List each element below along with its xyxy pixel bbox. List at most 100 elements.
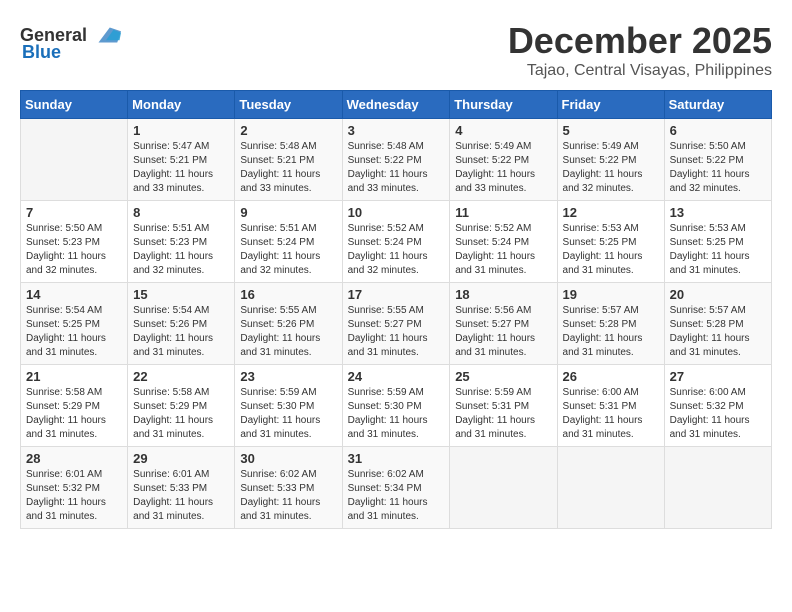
- calendar-week-row: 14Sunrise: 5:54 AM Sunset: 5:25 PM Dayli…: [21, 283, 772, 365]
- calendar-cell: 6 Sunrise: 5:50 AM Sunset: 5:22 PM Daylig…: [664, 119, 771, 201]
- day-info: Sunrise: 5:58 AM Sunset: 5:29 PM Dayligh…: [26, 386, 122, 442]
- day-info: Sunrise: 6:02 AM Sunset: 5:33 PM Dayligh…: [240, 468, 336, 524]
- day-info: Sunrise: 5:52 AM Sunset: 5:24 PM Dayligh…: [348, 222, 445, 278]
- day-info: Sunrise: 5:51 AM Sunset: 5:24 PM Dayligh…: [240, 222, 336, 278]
- day-info: Sunrise: 6:01 AM Sunset: 5:33 PM Dayligh…: [133, 468, 229, 524]
- calendar-week-row: 1Sunrise: 5:47 AM Sunset: 5:21 PM Daylig…: [21, 119, 772, 201]
- weekday-header-friday: Friday: [557, 91, 664, 119]
- calendar-week-row: 21 Sunrise: 5:58 AM Sunset: 5:29 PM Dayli…: [21, 365, 772, 447]
- day-number: 4: [455, 123, 551, 138]
- weekday-header-row: SundayMondayTuesdayWednesdayThursdayFrid…: [21, 91, 772, 119]
- day-number: 25: [455, 369, 551, 384]
- calendar-cell: 12 Sunrise: 5:53 AM Sunset: 5:25 PM Dayli…: [557, 201, 664, 283]
- logo: General Blue: [20, 20, 121, 63]
- day-info: Sunrise: 5:53 AM Sunset: 5:25 PM Dayligh…: [563, 222, 659, 278]
- logo-blue: Blue: [22, 42, 61, 63]
- calendar-cell: [557, 447, 664, 529]
- calendar-cell: 8Sunrise: 5:51 AM Sunset: 5:23 PM Daylig…: [128, 201, 235, 283]
- calendar-cell: 2 Sunrise: 5:48 AM Sunset: 5:21 PM Daylig…: [235, 119, 342, 201]
- day-info: Sunrise: 5:59 AM Sunset: 5:31 PM Dayligh…: [455, 386, 551, 442]
- calendar-cell: 27 Sunrise: 6:00 AM Sunset: 5:32 PM Dayli…: [664, 365, 771, 447]
- weekday-header-saturday: Saturday: [664, 91, 771, 119]
- day-number: 9: [240, 205, 336, 220]
- day-info: Sunrise: 6:00 AM Sunset: 5:31 PM Dayligh…: [563, 386, 659, 442]
- day-info: Sunrise: 5:57 AM Sunset: 5:28 PM Dayligh…: [563, 304, 659, 360]
- day-info: Sunrise: 5:48 AM Sunset: 5:21 PM Dayligh…: [240, 140, 336, 196]
- logo-icon: [91, 20, 121, 50]
- weekday-header-tuesday: Tuesday: [235, 91, 342, 119]
- calendar-week-row: 7 Sunrise: 5:50 AM Sunset: 5:23 PM Daylig…: [21, 201, 772, 283]
- calendar-table: SundayMondayTuesdayWednesdayThursdayFrid…: [20, 90, 772, 529]
- day-info: Sunrise: 5:50 AM Sunset: 5:22 PM Dayligh…: [670, 140, 766, 196]
- day-info: Sunrise: 6:00 AM Sunset: 5:32 PM Dayligh…: [670, 386, 766, 442]
- day-number: 3: [348, 123, 445, 138]
- day-number: 10: [348, 205, 445, 220]
- calendar-cell: 13 Sunrise: 5:53 AM Sunset: 5:25 PM Dayli…: [664, 201, 771, 283]
- day-number: 21: [26, 369, 122, 384]
- day-info: Sunrise: 5:51 AM Sunset: 5:23 PM Dayligh…: [133, 222, 229, 278]
- day-number: 27: [670, 369, 766, 384]
- calendar-cell: [664, 447, 771, 529]
- calendar-cell: 15 Sunrise: 5:54 AM Sunset: 5:26 PM Dayli…: [128, 283, 235, 365]
- calendar-cell: 5Sunrise: 5:49 AM Sunset: 5:22 PM Daylig…: [557, 119, 664, 201]
- day-info: Sunrise: 5:55 AM Sunset: 5:27 PM Dayligh…: [348, 304, 445, 360]
- calendar-cell: 16 Sunrise: 5:55 AM Sunset: 5:26 PM Dayli…: [235, 283, 342, 365]
- day-number: 17: [348, 287, 445, 302]
- day-number: 5: [563, 123, 659, 138]
- day-number: 23: [240, 369, 336, 384]
- day-info: Sunrise: 5:54 AM Sunset: 5:26 PM Dayligh…: [133, 304, 229, 360]
- day-number: 2: [240, 123, 336, 138]
- calendar-cell: 1Sunrise: 5:47 AM Sunset: 5:21 PM Daylig…: [128, 119, 235, 201]
- day-number: 31: [348, 451, 445, 466]
- calendar-cell: 9 Sunrise: 5:51 AM Sunset: 5:24 PM Daylig…: [235, 201, 342, 283]
- day-info: Sunrise: 5:59 AM Sunset: 5:30 PM Dayligh…: [240, 386, 336, 442]
- calendar-cell: 10 Sunrise: 5:52 AM Sunset: 5:24 PM Dayli…: [342, 201, 450, 283]
- day-number: 11: [455, 205, 551, 220]
- day-info: Sunrise: 5:52 AM Sunset: 5:24 PM Dayligh…: [455, 222, 551, 278]
- day-info: Sunrise: 5:49 AM Sunset: 5:22 PM Dayligh…: [455, 140, 551, 196]
- day-number: 1: [133, 123, 229, 138]
- weekday-header-sunday: Sunday: [21, 91, 128, 119]
- calendar-cell: 30 Sunrise: 6:02 AM Sunset: 5:33 PM Dayli…: [235, 447, 342, 529]
- day-number: 6: [670, 123, 766, 138]
- calendar-cell: 3 Sunrise: 5:48 AM Sunset: 5:22 PM Daylig…: [342, 119, 450, 201]
- calendar-cell: 14Sunrise: 5:54 AM Sunset: 5:25 PM Dayli…: [21, 283, 128, 365]
- day-number: 30: [240, 451, 336, 466]
- day-number: 13: [670, 205, 766, 220]
- calendar-cell: 7 Sunrise: 5:50 AM Sunset: 5:23 PM Daylig…: [21, 201, 128, 283]
- weekday-header-wednesday: Wednesday: [342, 91, 450, 119]
- day-number: 22: [133, 369, 229, 384]
- calendar-cell: [450, 447, 557, 529]
- calendar-cell: 25 Sunrise: 5:59 AM Sunset: 5:31 PM Dayli…: [450, 365, 557, 447]
- calendar-cell: 4 Sunrise: 5:49 AM Sunset: 5:22 PM Daylig…: [450, 119, 557, 201]
- calendar-cell: [21, 119, 128, 201]
- day-number: 20: [670, 287, 766, 302]
- day-info: Sunrise: 5:50 AM Sunset: 5:23 PM Dayligh…: [26, 222, 122, 278]
- day-number: 28: [26, 451, 122, 466]
- day-info: Sunrise: 6:01 AM Sunset: 5:32 PM Dayligh…: [26, 468, 122, 524]
- calendar-cell: 20Sunrise: 5:57 AM Sunset: 5:28 PM Dayli…: [664, 283, 771, 365]
- day-info: Sunrise: 6:02 AM Sunset: 5:34 PM Dayligh…: [348, 468, 445, 524]
- day-number: 12: [563, 205, 659, 220]
- calendar-cell: 23 Sunrise: 5:59 AM Sunset: 5:30 PM Dayli…: [235, 365, 342, 447]
- location-title: Tajao, Central Visayas, Philippines: [508, 62, 772, 80]
- day-info: Sunrise: 5:53 AM Sunset: 5:25 PM Dayligh…: [670, 222, 766, 278]
- day-number: 14: [26, 287, 122, 302]
- day-info: Sunrise: 5:48 AM Sunset: 5:22 PM Dayligh…: [348, 140, 445, 196]
- day-number: 29: [133, 451, 229, 466]
- calendar-cell: 22Sunrise: 5:58 AM Sunset: 5:29 PM Dayli…: [128, 365, 235, 447]
- day-number: 7: [26, 205, 122, 220]
- calendar-cell: 24Sunrise: 5:59 AM Sunset: 5:30 PM Dayli…: [342, 365, 450, 447]
- calendar-cell: 17 Sunrise: 5:55 AM Sunset: 5:27 PM Dayli…: [342, 283, 450, 365]
- calendar-cell: 21 Sunrise: 5:58 AM Sunset: 5:29 PM Dayli…: [21, 365, 128, 447]
- day-info: Sunrise: 5:59 AM Sunset: 5:30 PM Dayligh…: [348, 386, 445, 442]
- day-number: 16: [240, 287, 336, 302]
- header: General Blue December 2025 Tajao, Centra…: [20, 20, 772, 80]
- day-number: 18: [455, 287, 551, 302]
- calendar-cell: 29 Sunrise: 6:01 AM Sunset: 5:33 PM Dayli…: [128, 447, 235, 529]
- calendar-cell: 11 Sunrise: 5:52 AM Sunset: 5:24 PM Dayli…: [450, 201, 557, 283]
- calendar-cell: 28 Sunrise: 6:01 AM Sunset: 5:32 PM Dayli…: [21, 447, 128, 529]
- calendar-cell: 31 Sunrise: 6:02 AM Sunset: 5:34 PM Dayli…: [342, 447, 450, 529]
- day-info: Sunrise: 5:55 AM Sunset: 5:26 PM Dayligh…: [240, 304, 336, 360]
- day-number: 15: [133, 287, 229, 302]
